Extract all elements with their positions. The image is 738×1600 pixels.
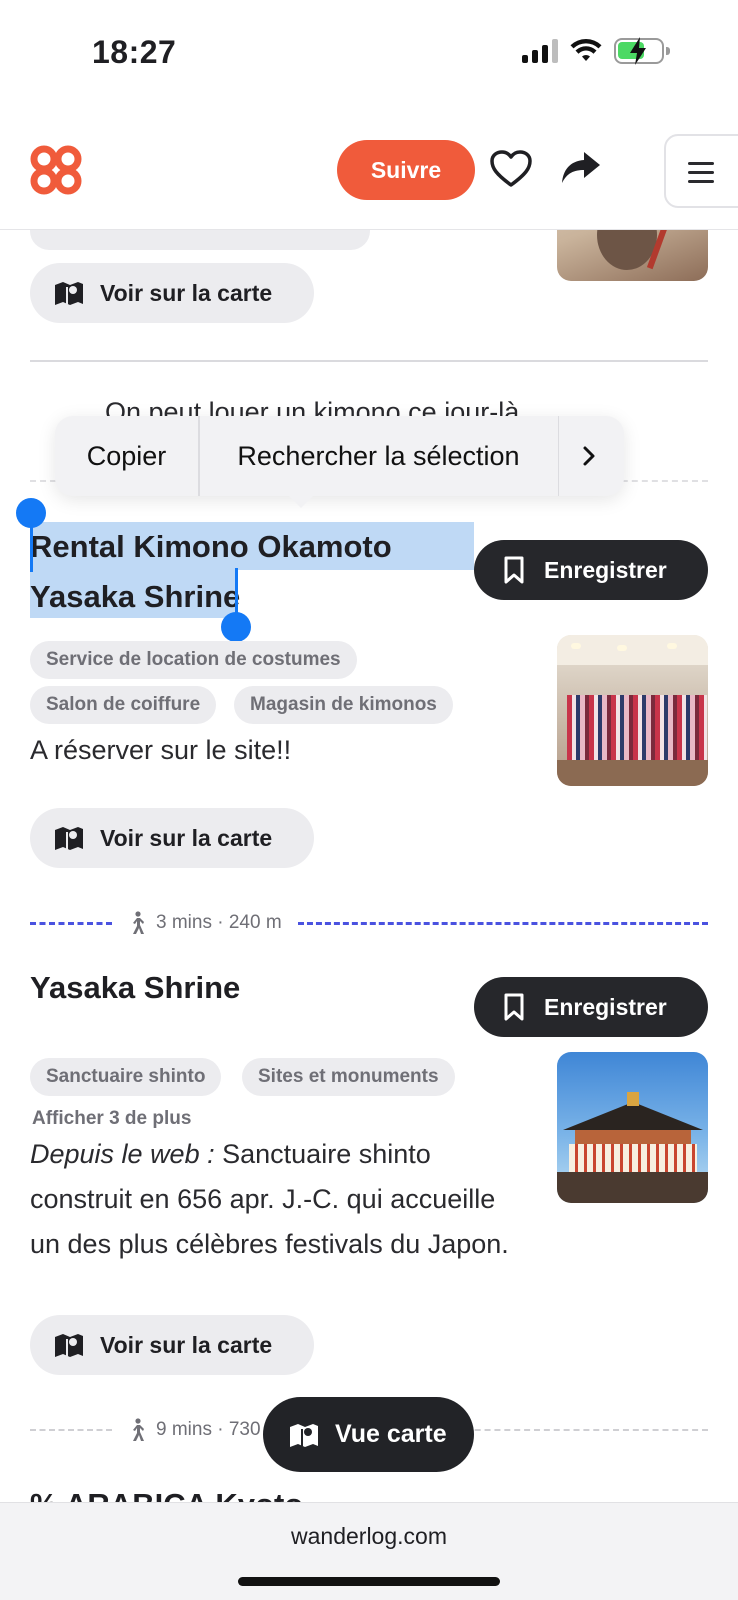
place-photo-previous[interactable] — [557, 230, 708, 281]
place-description: Depuis le web : Sanctuaire shinto constr… — [30, 1132, 509, 1267]
place-title[interactable]: Rental Kimono Okamoto Yasaka Shrine — [30, 522, 392, 622]
travel-duration: 9 mins · 730 — [156, 1419, 261, 1440]
map-view-button[interactable]: Vue carte — [263, 1397, 474, 1472]
category-tag: Sanctuaire shinto — [30, 1058, 222, 1096]
web-prefix: Depuis le web : — [30, 1139, 215, 1169]
chevron-right-icon — [583, 446, 595, 466]
view-on-map-label: Voir sur la carte — [100, 279, 273, 306]
menu-icon — [688, 162, 714, 183]
save-button[interactable]: Enregistrer — [474, 977, 708, 1037]
battery-charging-icon — [614, 37, 670, 65]
category-tag: Magasin de kimonos — [234, 686, 453, 724]
wifi-icon — [570, 39, 602, 61]
map-icon — [290, 1423, 318, 1447]
section-divider — [30, 360, 708, 362]
more-options-button[interactable] — [559, 416, 619, 496]
view-on-map-button[interactable]: Voir sur la carte — [30, 263, 314, 323]
category-tag: Sites et monuments — [242, 1058, 455, 1096]
map-icon — [55, 827, 83, 850]
travel-duration: 3 mins · 240 m — [156, 912, 282, 933]
save-label: Enregistrer — [544, 556, 667, 583]
place-title-line: Rental Kimono Okamoto — [30, 529, 392, 564]
map-icon — [55, 1334, 83, 1357]
place-title[interactable]: Yasaka Shrine — [30, 963, 240, 1013]
status-time: 18:27 — [92, 34, 177, 70]
description-line: un des plus célèbres festivals du Japon. — [30, 1229, 509, 1259]
place-title-line: Yasaka Shrine — [30, 579, 241, 614]
share-icon[interactable] — [560, 150, 602, 186]
next-place-title[interactable]: % ARABICA Kyoto — [30, 1480, 303, 1502]
walking-icon — [133, 1418, 144, 1441]
map-icon — [55, 282, 83, 305]
show-more-tags-link[interactable]: Afficher 3 de plus — [32, 1108, 191, 1130]
browser-address-bar[interactable]: wanderlog.com — [0, 1502, 738, 1600]
place-note: A réserver sur le site!! — [30, 735, 292, 765]
description-line: construit en 656 apr. J.-C. qui accueill… — [30, 1184, 496, 1214]
wanderlog-logo[interactable] — [28, 144, 84, 196]
copy-menu-item[interactable]: Copier — [55, 416, 198, 496]
selection-start-bar — [30, 520, 33, 572]
save-label: Enregistrer — [544, 993, 667, 1020]
text-edit-menu: Copier Rechercher la sélection — [55, 416, 624, 508]
place-photo-kimono[interactable] — [557, 635, 708, 786]
url-text[interactable]: wanderlog.com — [0, 1523, 738, 1550]
selection-end-handle[interactable] — [221, 612, 251, 642]
view-on-map-label: Voir sur la carte — [100, 824, 273, 851]
tag-partial — [30, 230, 370, 250]
travel-segment[interactable]: 3 mins · 240 m — [30, 908, 708, 938]
menu-button[interactable] — [664, 134, 738, 208]
place-photo-yasaka[interactable] — [557, 1052, 708, 1203]
heart-icon[interactable] — [490, 150, 532, 188]
bookmark-icon — [504, 993, 524, 1021]
save-button[interactable]: Enregistrer — [474, 540, 708, 600]
bookmark-icon — [504, 556, 524, 584]
category-tag: Salon de coiffure — [30, 686, 217, 724]
view-on-map-label: Voir sur la carte — [100, 1331, 273, 1358]
map-view-label: Vue carte — [335, 1420, 447, 1448]
status-icons — [522, 37, 670, 65]
category-tag: Service de location de costumes — [30, 641, 357, 679]
status-bar: 18:27 — [0, 0, 738, 110]
view-on-map-button[interactable]: Voir sur la carte — [30, 808, 314, 868]
search-selection-menu-item[interactable]: Rechercher la sélection — [200, 416, 558, 496]
follow-button[interactable]: Suivre — [337, 140, 475, 200]
description-line: Sanctuaire shinto — [222, 1139, 431, 1169]
view-on-map-button[interactable]: Voir sur la carte — [30, 1315, 314, 1375]
walking-icon — [133, 911, 144, 934]
home-indicator[interactable] — [238, 1577, 500, 1586]
app-header: Suivre — [0, 110, 738, 230]
cellular-signal-icon — [522, 39, 558, 63]
